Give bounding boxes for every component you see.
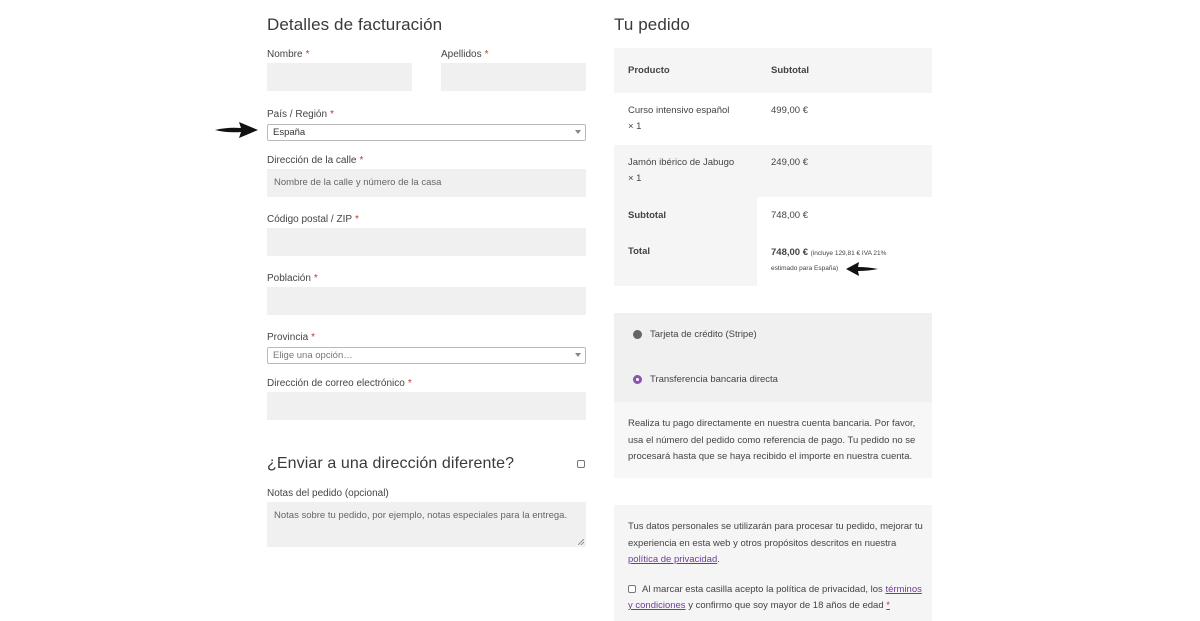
ship-different-checkbox[interactable] [577, 460, 585, 468]
terms-text: Al marcar esta casilla acepto la polític… [642, 584, 922, 595]
table-row [614, 93, 932, 145]
email-field[interactable] [267, 392, 586, 420]
billing-title: Detalles de facturación [267, 15, 443, 34]
street-label: Dirección de la calle * [267, 155, 364, 166]
order-title: Tu pedido [614, 15, 690, 34]
item-price: 249,00 € [771, 157, 808, 168]
col-subtotal-header: Subtotal [771, 65, 809, 76]
total-note: estimado para España) [771, 265, 839, 272]
terms-link[interactable]: términos [885, 584, 921, 595]
terms-checkbox[interactable] [628, 585, 636, 593]
ship-different-heading: ¿Enviar a una dirección diferente? [267, 455, 515, 472]
terms-text-line2: y condiciones y confirmo que soy mayor d… [628, 600, 890, 611]
item-qty: × 1 [628, 173, 642, 184]
first-name-field[interactable] [267, 63, 412, 91]
last-name-label: Apellidos * [441, 49, 489, 60]
zip-label: Código postal / ZIP * [267, 214, 359, 225]
resize-grip-icon [578, 539, 584, 545]
arrow-left-icon [846, 262, 878, 276]
payment-radio-card[interactable] [633, 330, 642, 339]
dropdown-caret-icon [575, 130, 581, 134]
subtotal-label: Subtotal [628, 210, 666, 221]
order-notes-textarea[interactable]: Notas sobre tu pedido, por ejemplo, nota… [267, 502, 586, 547]
payment-option-card[interactable]: Tarjeta de crédito (Stripe) [650, 329, 757, 340]
city-field[interactable] [267, 287, 586, 315]
payment-radio-bank[interactable] [633, 375, 642, 384]
item-qty: × 1 [628, 121, 642, 132]
total-value: 748,00 € (incluye 129,81 € IVA 21% [771, 247, 887, 258]
order-notes-label: Notas del pedido (opcional) [267, 488, 389, 499]
subtotal-value: 748,00 € [771, 210, 808, 221]
privacy-policy-link[interactable]: política de privacidad [628, 554, 717, 565]
payment-option-bank[interactable]: Transferencia bancaria directa [650, 374, 778, 385]
payment-methods [614, 313, 932, 402]
email-label: Dirección de correo electrónico * [267, 378, 412, 389]
item-name: Curso intensivo español [628, 105, 730, 116]
privacy-text: Tus datos personales se utilizarán para … [628, 521, 923, 565]
country-select[interactable]: España [267, 124, 586, 141]
street-field[interactable]: Nombre de la calle y número de la casa [267, 169, 586, 197]
province-select[interactable]: Elige una opción… [267, 347, 586, 364]
first-name-label: Nombre * [267, 49, 310, 60]
country-label: País / Región * [267, 109, 334, 120]
dropdown-caret-icon [575, 353, 581, 357]
city-label: Población * [267, 273, 318, 284]
table-row [614, 145, 932, 197]
zip-field[interactable] [267, 228, 586, 256]
item-name: Jamón ibérico de Jabugo [628, 157, 735, 168]
terms-link-2[interactable]: y condiciones [628, 600, 686, 611]
item-price: 499,00 € [771, 105, 808, 116]
last-name-field[interactable] [441, 63, 586, 91]
bank-transfer-description: Realiza tu pago directamente en nuestra … [628, 418, 916, 462]
arrow-right-icon [215, 122, 258, 138]
total-label: Total [628, 246, 650, 257]
province-label: Provincia * [267, 332, 316, 343]
col-product-header: Producto [628, 65, 670, 76]
